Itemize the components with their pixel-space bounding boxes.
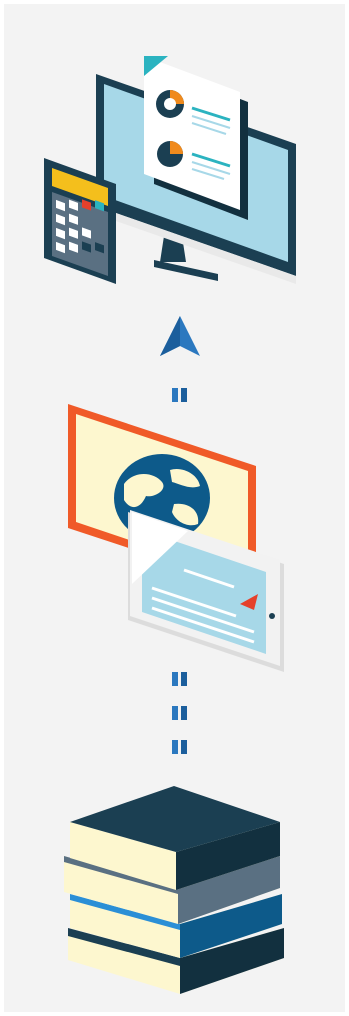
arrow-up-icon — [160, 316, 200, 356]
dashed-line — [172, 672, 187, 754]
illustration-panel — [4, 4, 345, 1012]
dashed-line — [172, 388, 187, 402]
book-stack-icon — [64, 786, 284, 994]
pie-chart-icon — [157, 141, 183, 167]
process-illustration — [44, 56, 296, 994]
pie-chart-icon — [156, 90, 184, 118]
